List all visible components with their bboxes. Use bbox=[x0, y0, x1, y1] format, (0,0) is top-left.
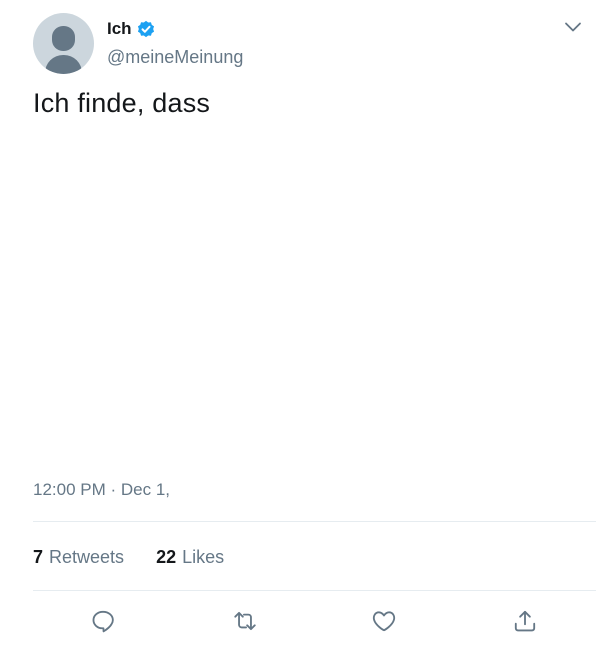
display-name[interactable]: Ich bbox=[107, 19, 132, 39]
tweet-text: Ich finde, dass bbox=[33, 88, 211, 118]
likes-stat[interactable]: 22 Likes bbox=[156, 547, 224, 568]
tweet-stats: 7 Retweets 22 Likes bbox=[33, 547, 224, 568]
retweet-button[interactable] bbox=[227, 603, 263, 639]
retweet-icon bbox=[234, 611, 256, 631]
avatar-body-shape bbox=[45, 55, 82, 74]
like-button[interactable] bbox=[366, 603, 402, 639]
action-bar bbox=[0, 603, 600, 639]
likes-count: 22 bbox=[156, 547, 177, 567]
retweets-stat[interactable]: 7 Retweets bbox=[33, 547, 124, 568]
verified-badge-icon bbox=[135, 18, 157, 40]
retweets-count: 7 bbox=[33, 547, 44, 567]
share-button[interactable] bbox=[507, 603, 543, 639]
likes-label: Likes bbox=[182, 547, 225, 567]
retweets-label: Retweets bbox=[49, 547, 125, 567]
reply-button[interactable] bbox=[85, 603, 121, 639]
avatar-head-shape bbox=[52, 26, 75, 51]
reply-icon bbox=[92, 610, 114, 633]
share-icon bbox=[514, 610, 536, 632]
author-handle[interactable]: @meineMeinung bbox=[107, 47, 243, 68]
tweet-timestamp[interactable]: 12:00 PM · Dec 1, bbox=[33, 480, 170, 500]
tweet-card: Ich @meineMeinung Ich finde, dass 12:00 … bbox=[0, 0, 600, 652]
divider bbox=[33, 590, 596, 591]
author-name-row: Ich bbox=[107, 18, 157, 40]
heart-icon bbox=[372, 611, 396, 632]
divider bbox=[33, 521, 596, 522]
chevron-down-icon[interactable] bbox=[563, 19, 583, 35]
avatar[interactable] bbox=[33, 13, 94, 74]
